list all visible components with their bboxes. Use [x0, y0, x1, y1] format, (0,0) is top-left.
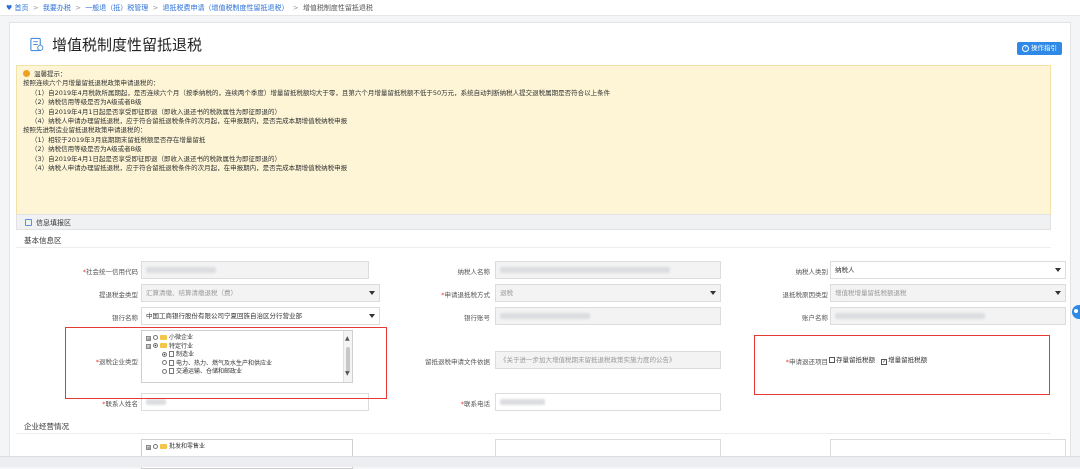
bank-account-field[interactable] [495, 307, 721, 325]
refund-method-value: 退税 [500, 289, 513, 297]
taxpayer-name-label: 纳税人名称 [457, 268, 491, 276]
policy-doc-label: 留抵退税申请文件依据 [425, 358, 490, 366]
credit-code-field[interactable] [141, 261, 369, 279]
refund-reason-label: 退抵税原因类型 [782, 291, 829, 299]
breadcrumb-separator: > [152, 4, 159, 12]
policy-doc-field[interactable]: 《关于进一步加大增值税期末留抵退税政策实施力度的公告》 [495, 351, 721, 369]
taxpayer-type-select[interactable]: 纳税人 [830, 261, 1066, 279]
chevron-down-icon [1055, 291, 1061, 295]
account-name-field[interactable] [830, 307, 1066, 325]
breadcrumb-item-refund-application[interactable]: 退抵税费申请（增值税制度性留抵退税） [163, 4, 289, 12]
business-info-title: 企业经营情况 [16, 419, 1051, 434]
refund-tax-type-value: 汇算清缴、结算清缴退税（费） [146, 289, 237, 297]
section-header-info: 信息填报区 [16, 214, 1051, 230]
tree-item-label: 批发和零售业 [169, 443, 206, 450]
refund-reason-select[interactable]: 增值税增量留抵税额退税 [830, 284, 1066, 302]
main-card: 增值税制度性留抵退税 ? 操作指引 温馨提示： 按照连续六个月增量留抵退税政策申请… [9, 22, 1071, 469]
breadcrumb: ♥ 首页 > 我要办税 > 一般退（抵）税管理 > 退抵税费申请（增值税制度性留… [0, 0, 1080, 16]
credit-code-label: *社会统一信用代码 [30, 266, 138, 276]
notice-line: 按照连续六个月增量留抵退税政策申请退税的： [23, 79, 160, 88]
notice-line: （2）纳税信用等级是否为A级或者B级 [31, 145, 142, 154]
highlight-refund-project [754, 335, 1050, 395]
notice-line: （2）纳税信用等级是否为A级或者B级 [31, 98, 142, 107]
breadcrumb-item-my-tax[interactable]: 我要办税 [43, 4, 71, 12]
breadcrumb-separator: > [292, 4, 299, 12]
location-icon: ♥ [6, 4, 13, 12]
highlight-enterprise-type [65, 327, 387, 399]
notice-line: 按照先进制造业留抵退税政策申请退税的： [23, 126, 147, 135]
notice-line: （4）纳税人申请办理留抵退税，应于符合留抵退税条件的次月起，在申报期内，是否完成… [31, 164, 348, 173]
bank-account-label: 银行账号 [464, 314, 490, 322]
folder-icon [160, 443, 167, 449]
refund-method-select[interactable]: 退税 [495, 284, 721, 302]
chevron-down-icon [369, 314, 375, 318]
warning-icon [23, 70, 30, 77]
notice-line: （1）相较于2019年3月底期期末留抵税额是否存在增量留抵 [31, 135, 206, 144]
breadcrumb-home[interactable]: 首页 [15, 4, 29, 12]
bank-name-select[interactable]: 中国工商银行股份有限公司宁夏回族自治区分行营业部 [141, 307, 380, 325]
help-guide-label: 操作指引 [1031, 44, 1057, 52]
tree-item-wholesale[interactable]: ⊞ 批发和零售业 [146, 443, 352, 452]
chevron-down-icon [369, 291, 375, 295]
label-text: 联系电话 [464, 400, 490, 408]
breadcrumb-item-refund-management[interactable]: 一般退（抵）税管理 [85, 4, 148, 12]
breadcrumb-current: 增值税制度性留抵退税 [302, 4, 373, 12]
refund-reason-value: 增值税增量留抵税额退税 [835, 289, 907, 297]
notice-line: （4）纳税人申请办理留抵退税，应于符合留抵退税条件的次月起，在申报期内，是否完成… [31, 117, 348, 126]
notice-panel: 温馨提示： 按照连续六个月增量留抵退税政策申请退税的： （1）自2019年4月税… [16, 65, 1051, 215]
taxpayer-name-field[interactable] [495, 261, 721, 279]
title-row: 增值税制度性留抵退税 ? 操作指引 [10, 23, 1070, 67]
chevron-down-icon [710, 291, 716, 295]
notice-heading-text: 温馨提示： [34, 70, 67, 78]
label-text: 社会统一信用代码 [86, 268, 138, 276]
page-title: 增值税制度性留抵退税 [52, 36, 203, 54]
label-text: 联系人姓名 [105, 400, 139, 408]
breadcrumb-separator: > [75, 4, 81, 12]
section-icon [25, 219, 32, 226]
side-float-button[interactable] [1072, 305, 1080, 319]
notice-heading: 温馨提示： [23, 70, 1044, 79]
account-name-label: 账户名称 [802, 314, 828, 322]
breadcrumb-separator: > [32, 4, 39, 12]
taxpayer-type-value: 纳税人 [835, 266, 855, 274]
help-guide-button[interactable]: ? 操作指引 [1017, 42, 1062, 55]
bank-name-value: 中国工商银行股份有限公司宁夏回族自治区分行营业部 [146, 312, 302, 320]
taxpayer-type-label: 纳税人类别 [795, 268, 829, 276]
question-icon: ? [1022, 44, 1029, 52]
notice-line: （1）自2019年4月税款所属期起，是否连续六个月（按季纳税的，连续两个季度）增… [31, 88, 611, 97]
contact-phone-label: *联系电话 [390, 398, 490, 408]
label-text: 申请退抵税方式 [444, 291, 491, 299]
refund-tax-type-label: 提退税金类型 [99, 291, 138, 299]
basic-info-title: 基本信息区 [16, 233, 1051, 248]
radio-button[interactable] [153, 443, 158, 449]
refund-tax-type-select[interactable]: 汇算清缴、结算清缴退税（费） [141, 284, 380, 302]
expand-icon[interactable]: ⊞ [146, 444, 151, 450]
contact-phone-field[interactable] [495, 393, 721, 411]
contact-name-label: *联系人姓名 [30, 398, 138, 408]
bank-name-label: 银行名称 [112, 314, 138, 322]
chevron-down-icon [1055, 268, 1061, 272]
bottom-bar [0, 456, 1080, 467]
notice-line: （3）自2019年4月1日起是否享受即征即退（即收入退还书的税款属性为即征即退的… [31, 107, 281, 116]
document-icon [30, 37, 44, 52]
policy-doc-value: 《关于进一步加大增值税期末留抵退税政策实施力度的公告》 [500, 356, 676, 364]
notice-line: （3）自2019年4月1日起是否享受即征即退（即收入退还书的税款属性为即征即退的… [31, 154, 281, 163]
section-title: 信息填报区 [36, 219, 71, 227]
refund-method-label: *申请退抵税方式 [390, 289, 490, 299]
